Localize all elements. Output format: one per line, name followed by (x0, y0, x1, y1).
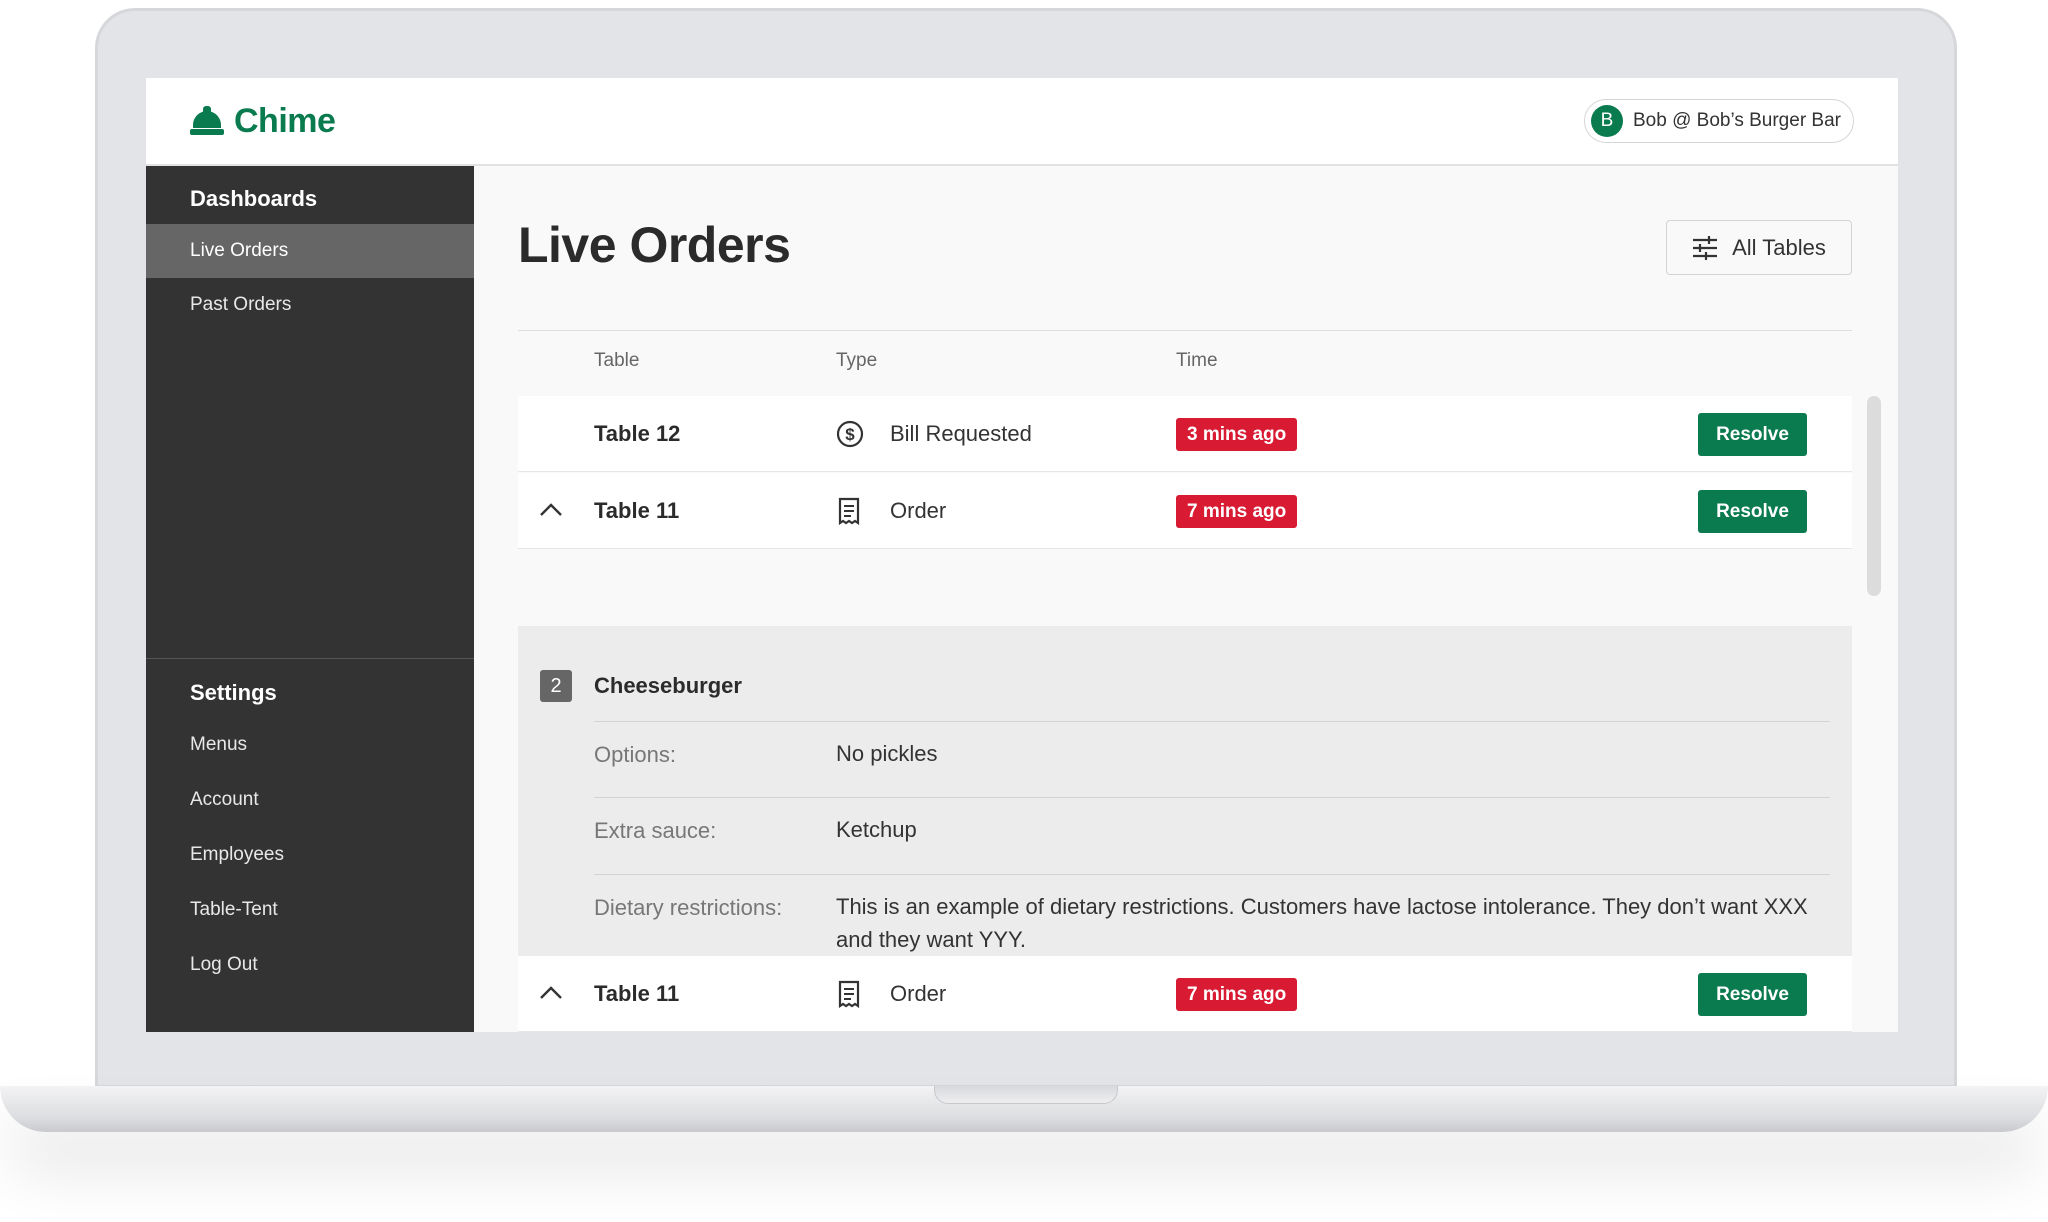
scrollbar[interactable] (1867, 396, 1881, 596)
time-badge: 3 mins ago (1176, 418, 1298, 451)
column-header-time: Time (1176, 350, 1218, 371)
row-table: Table 11 (594, 981, 680, 1006)
time-badge: 7 mins ago (1176, 495, 1298, 528)
filter-label: All Tables (1732, 234, 1826, 260)
laptop-notch (934, 1086, 1118, 1104)
receipt-icon (838, 980, 860, 1008)
detail-value-extra-sauce: Ketchup (836, 817, 917, 842)
detail-divider (594, 874, 1830, 875)
brand-logo[interactable]: Chime (190, 101, 336, 141)
sidebar-item-account[interactable]: Account (146, 773, 474, 827)
resolve-button[interactable]: Resolve (1698, 973, 1807, 1016)
table-row[interactable]: Table 11 Order 7 mins ago Resolve (518, 956, 1852, 1032)
service-bell-icon (190, 106, 224, 136)
sidebar-divider (146, 658, 474, 659)
detail-key-options: Options: (594, 742, 676, 767)
detail-key-dietary: Dietary restrictions: (594, 895, 783, 920)
table-row[interactable]: Table 11 Order 7 mins ago Resolve (518, 473, 1852, 549)
sidebar-heading-settings: Settings (190, 680, 277, 705)
time-badge: 7 mins ago (1176, 978, 1298, 1011)
all-tables-filter-button[interactable]: All Tables (1666, 220, 1852, 275)
sidebar-item-log-out[interactable]: Log Out (146, 938, 474, 992)
column-header-table: Table (594, 350, 640, 371)
resolve-button[interactable]: Resolve (1698, 413, 1807, 456)
quantity-badge: 2 (540, 670, 572, 702)
row-type: Order (890, 498, 947, 523)
main-content: Live Orders All Tables Table Type Time T… (474, 166, 1898, 1032)
detail-value-dietary: This is an example of dietary restrictio… (836, 894, 1808, 952)
sidebar: Dashboards Live Orders Past Orders Setti… (146, 166, 474, 1032)
detail-divider (594, 721, 1830, 722)
detail-value-options: No pickles (836, 741, 938, 766)
detail-divider (594, 797, 1830, 798)
user-menu[interactable]: B Bob @ Bob’s Burger Bar (1584, 99, 1854, 143)
avatar: B (1591, 105, 1623, 137)
app-screen: Chime B Bob @ Bob’s Burger Bar Dashboard… (146, 78, 1898, 1032)
receipt-icon (838, 497, 860, 525)
resolve-button[interactable]: Resolve (1698, 490, 1807, 533)
top-bar: Chime B Bob @ Bob’s Burger Bar (146, 78, 1898, 166)
column-header-type: Type (836, 350, 878, 371)
row-type: Bill Requested (890, 421, 1032, 446)
sidebar-heading-dashboards: Dashboards (190, 186, 318, 211)
item-name: Cheeseburger (594, 673, 742, 698)
page-title: Live Orders (518, 217, 791, 273)
sidebar-item-live-orders[interactable]: Live Orders (146, 224, 474, 278)
header-divider (518, 330, 1852, 331)
sidebar-item-past-orders[interactable]: Past Orders (146, 278, 474, 332)
row-type: Order (890, 981, 947, 1006)
sidebar-item-table-tent[interactable]: Table-Tent (146, 883, 474, 937)
sidebar-item-employees[interactable]: Employees (146, 828, 474, 882)
sidebar-item-menus[interactable]: Menus (146, 718, 474, 772)
user-label: Bob @ Bob’s Burger Bar (1633, 110, 1841, 131)
detail-key-extra-sauce: Extra sauce: (594, 818, 717, 843)
row-table: Table 11 (594, 498, 680, 523)
table-row[interactable]: Table 12 $ Bill Requested 3 mins ago Res… (518, 396, 1852, 472)
sliders-icon (1693, 235, 1718, 260)
brand-name: Chime (234, 101, 336, 140)
dollar-circle-icon: $ (836, 420, 864, 448)
chevron-up-icon[interactable] (538, 982, 564, 1002)
chevron-up-icon[interactable] (538, 499, 564, 519)
row-table: Table 12 (594, 421, 681, 446)
svg-text:$: $ (845, 425, 855, 444)
